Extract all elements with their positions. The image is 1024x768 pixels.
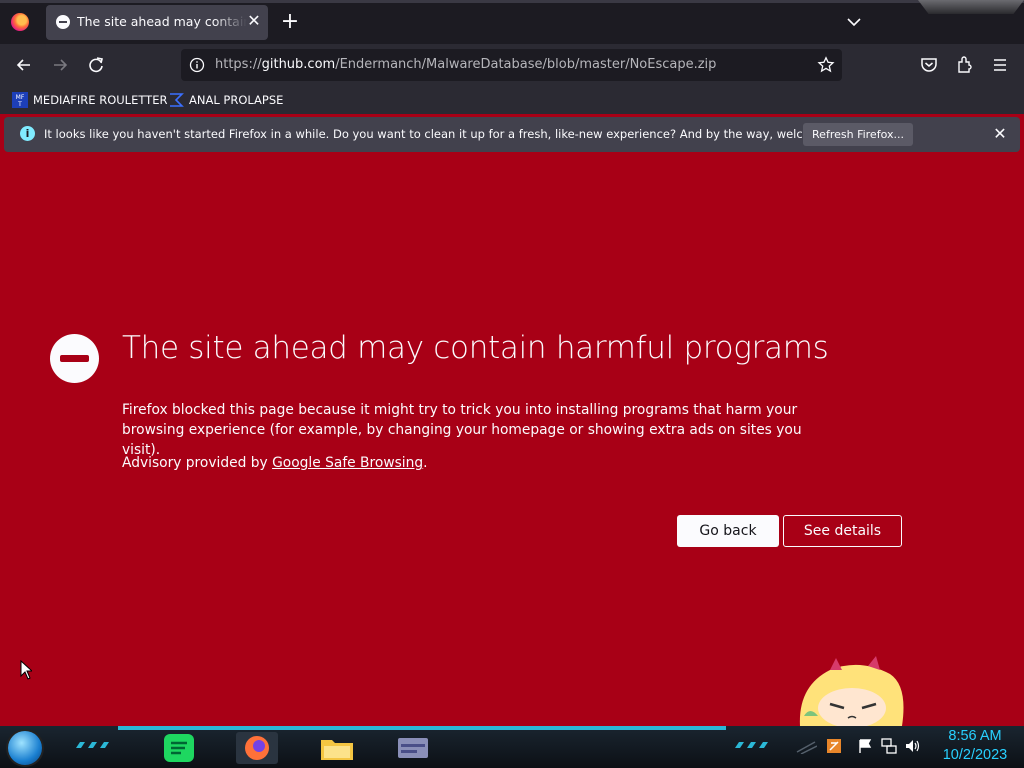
window-frame-decoration (918, 0, 1024, 14)
taskbar-accent-strip (118, 726, 726, 730)
firefox-taskbar-icon[interactable] (236, 732, 278, 764)
tray-divider-icon (796, 741, 817, 754)
advisory-suffix: . (423, 455, 428, 471)
url-text[interactable]: https://github.com/Endermanch/MalwareDat… (215, 57, 716, 72)
bookmarks-toolbar: MF T MEDIAFIRE ROULETTER ANAL PROLAPSE (0, 86, 1024, 114)
url-path: /Endermanch/MalwareDatabase/blob/master/… (335, 57, 717, 72)
blocked-warning-icon (50, 334, 99, 383)
reload-icon[interactable] (85, 54, 107, 76)
tab-bar: The site ahead may contain harmful progr… (0, 0, 1024, 44)
window-app-taskbar-icon[interactable] (392, 732, 434, 764)
refresh-notification-bar: It looks like you haven't started Firefo… (4, 117, 1020, 152)
mouse-cursor-icon (20, 660, 32, 680)
taskbar-chevrons-left-icon (76, 742, 109, 748)
tab-close-icon[interactable]: ✕ (246, 13, 262, 29)
refresh-firefox-button[interactable]: Refresh Firefox... (803, 123, 913, 146)
start-orb-icon[interactable] (8, 731, 42, 765)
mediafire-bookmark-icon: MFT (12, 92, 28, 108)
go-back-button[interactable]: Go back (677, 515, 779, 547)
new-tab-button[interactable]: + (280, 11, 300, 33)
blocked-icon (56, 15, 70, 29)
taskbar-chevrons-right-icon (735, 742, 768, 748)
clock-time: 8:56 AM (948, 728, 1002, 744)
url-host: github.com (261, 57, 336, 72)
action-center-flag-icon[interactable] (857, 738, 873, 754)
cartoon-character-image (799, 656, 904, 726)
forward-arrow-icon[interactable] (49, 54, 71, 76)
url-prefix: https:// (215, 57, 262, 72)
menu-icon[interactable] (989, 54, 1011, 76)
url-bar[interactable]: https://github.com/Endermanch/MalwareDat… (181, 49, 842, 81)
tab-title: The site ahead may contain harmful progr… (77, 14, 247, 29)
svg-text:MF: MF (16, 94, 25, 101)
see-details-button[interactable]: See details (783, 515, 902, 547)
tab-list-chevron-icon[interactable] (844, 12, 864, 32)
window-top-border (0, 0, 1024, 3)
file-explorer-taskbar-icon[interactable] (316, 732, 358, 764)
notification-text: It looks like you haven't started Firefo… (44, 127, 864, 141)
bookmark-item-second[interactable]: ANAL PROLAPSE (168, 90, 283, 110)
site-info-icon[interactable] (189, 57, 205, 73)
advisory-prefix: Advisory provided by (122, 455, 273, 471)
safe-browsing-link[interactable]: Google Safe Browsing (272, 455, 423, 471)
bookmark-label: ANAL PROLAPSE (189, 93, 284, 107)
navigation-toolbar: https://github.com/Endermanch/MalwareDat… (0, 44, 1024, 86)
bookmark-item-mediafire[interactable]: MF T MEDIAFIRE ROULETTER (12, 90, 167, 110)
page-title: The site ahead may contain harmful progr… (122, 330, 829, 366)
extensions-icon[interactable] (954, 54, 976, 76)
pocket-icon[interactable] (918, 54, 940, 76)
blocked-page-content: The site ahead may contain harmful progr… (0, 156, 1024, 726)
sigma-bookmark-icon (170, 93, 184, 107)
notification-close-icon[interactable]: ✕ (991, 125, 1009, 143)
volume-icon[interactable] (905, 738, 921, 754)
bookmark-label: MEDIAFIRE ROULETTER (33, 93, 168, 107)
back-arrow-icon[interactable] (13, 54, 35, 76)
advisory-text: Advisory provided by Google Safe Browsin… (122, 455, 428, 471)
tray-app-icon[interactable] (826, 738, 842, 754)
svg-text:T: T (17, 101, 22, 108)
warning-description: Firefox blocked this page because it mig… (122, 402, 802, 458)
firefox-icon[interactable] (11, 13, 29, 31)
tab-active[interactable]: The site ahead may contain harmful progr… (46, 5, 268, 40)
network-icon[interactable] (881, 738, 897, 754)
bookmark-star-icon[interactable] (817, 56, 835, 74)
info-icon (20, 126, 35, 141)
system-clock[interactable]: 8:56 AM 10/2/2023 (930, 727, 1020, 765)
clock-date: 10/2/2023 (942, 747, 1008, 763)
spotify-taskbar-icon[interactable] (158, 732, 200, 764)
